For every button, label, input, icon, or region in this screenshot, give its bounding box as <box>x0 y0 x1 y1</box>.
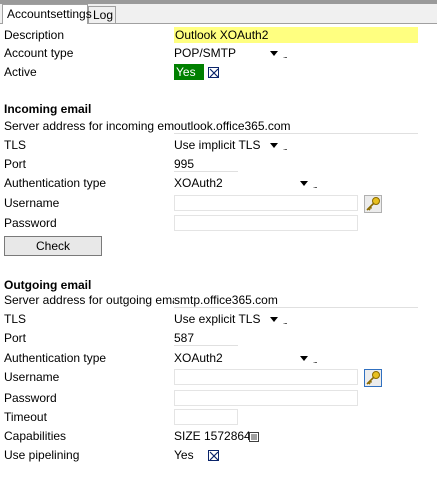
chevron-down-icon[interactable] <box>270 317 278 322</box>
outgoing-tls-select[interactable]: Use explicit TLS ... <box>174 311 292 327</box>
incoming-email-heading: Incoming email <box>4 102 92 116</box>
ellipsis-icon[interactable]: ... <box>313 178 318 194</box>
chevron-down-icon[interactable] <box>300 181 308 186</box>
chevron-down-icon[interactable] <box>270 51 278 56</box>
active-checkbox-icon[interactable] <box>208 67 219 78</box>
incoming-auth-value: XOAuth2 <box>174 176 223 190</box>
outgoing-port-field[interactable]: 587 <box>174 330 238 346</box>
account-type-select[interactable]: POP/SMTP ... <box>174 45 292 61</box>
ellipsis-icon[interactable]: ... <box>283 140 288 156</box>
outgoing-port-label: Port <box>4 331 27 345</box>
settings-panel: Description Outlook XOAuth2 Account type… <box>0 23 437 478</box>
incoming-password-label: Password <box>4 216 57 230</box>
timeout-field[interactable] <box>174 409 238 425</box>
ellipsis-icon[interactable]: ... <box>283 314 288 330</box>
incoming-auth-select[interactable]: XOAuth2 ... <box>174 175 322 191</box>
outgoing-password-field[interactable] <box>174 390 358 406</box>
incoming-tls-select[interactable]: Use implicit TLS ... <box>174 137 292 153</box>
outgoing-auth-value: XOAuth2 <box>174 351 223 365</box>
capabilities-label: Capabilities <box>4 429 67 443</box>
list-icon[interactable] <box>249 432 259 442</box>
outgoing-username-label: Username <box>4 370 60 384</box>
incoming-port-label: Port <box>4 157 27 171</box>
pipelining-value: Yes <box>174 448 194 462</box>
incoming-port-field[interactable]: 995 <box>174 156 238 172</box>
incoming-tls-value: Use implicit TLS <box>174 138 261 152</box>
active-value: Yes <box>174 64 204 80</box>
ellipsis-icon[interactable]: ... <box>313 353 318 369</box>
pipelining-label: Use pipelining <box>4 448 80 462</box>
incoming-server-field[interactable]: outlook.office365.com <box>174 118 418 134</box>
outgoing-tls-value: Use explicit TLS <box>174 312 261 326</box>
chevron-down-icon[interactable] <box>270 143 278 148</box>
description-label: Description <box>4 28 65 42</box>
outgoing-auth-label: Authentication type <box>4 351 107 365</box>
incoming-tls-label: TLS <box>4 138 27 152</box>
outgoing-email-heading: Outgoing email <box>4 278 92 292</box>
outgoing-tls-label: TLS <box>4 312 27 326</box>
outgoing-password-label: Password <box>4 391 57 405</box>
outgoing-auth-select[interactable]: XOAuth2 ... <box>174 350 322 366</box>
tab-accountsettings[interactable]: Accountsettings <box>2 4 92 24</box>
tab-log[interactable]: Log <box>88 6 116 23</box>
incoming-username-label: Username <box>4 196 60 210</box>
incoming-server-label: Server address for incoming email <box>4 119 187 133</box>
description-field[interactable]: Outlook XOAuth2 <box>174 27 418 43</box>
chevron-down-icon[interactable] <box>300 356 308 361</box>
outgoing-server-field[interactable]: smtp.office365.com <box>174 292 418 308</box>
key-icon[interactable] <box>364 195 382 213</box>
active-label: Active <box>4 65 37 79</box>
incoming-auth-label: Authentication type <box>4 176 107 190</box>
account-type-label: Account type <box>4 46 74 60</box>
check-button[interactable]: Check <box>4 236 102 256</box>
key-icon[interactable] <box>364 369 382 387</box>
pipelining-checkbox-icon[interactable] <box>208 450 219 461</box>
outgoing-server-label: Server address for outgoing email <box>4 293 185 307</box>
timeout-label: Timeout <box>4 410 47 424</box>
incoming-username-field[interactable] <box>174 195 358 211</box>
incoming-password-field[interactable] <box>174 215 358 231</box>
outgoing-username-field[interactable] <box>174 369 358 385</box>
account-type-value: POP/SMTP <box>174 46 237 60</box>
ellipsis-icon[interactable]: ... <box>283 48 288 64</box>
